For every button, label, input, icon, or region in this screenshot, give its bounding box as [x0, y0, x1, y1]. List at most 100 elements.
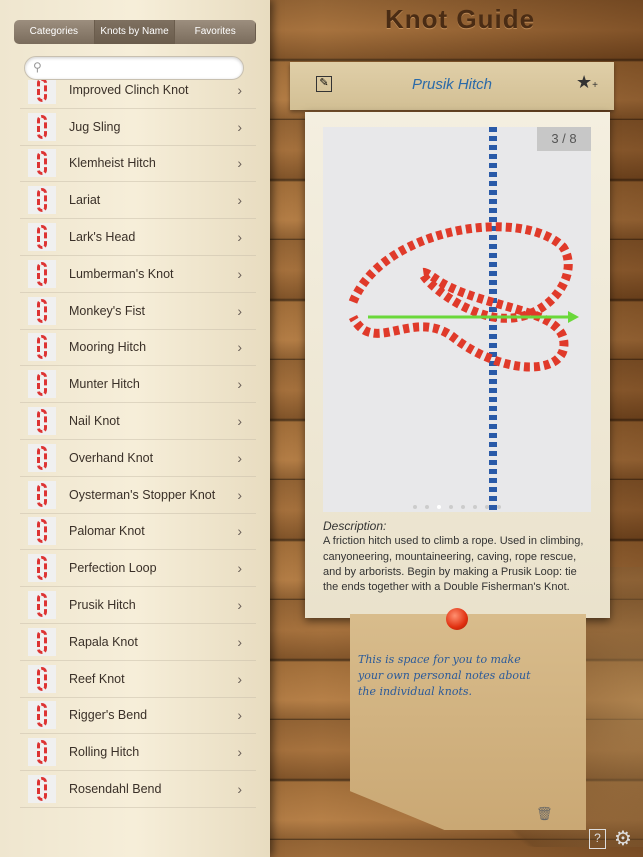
chevron-right-icon: ›: [237, 229, 242, 246]
knot-name: Rolling Hitch: [69, 745, 140, 760]
knot-thumbnail: [28, 407, 56, 436]
chevron-right-icon: ›: [237, 265, 242, 282]
search-icon: ⚲: [33, 60, 42, 74]
knot-name: Improved Clinch Knot: [69, 82, 189, 97]
description-text: A friction hitch used to climb a rope. U…: [323, 535, 584, 594]
notes-paper[interactable]: This is space for you to make your own p…: [350, 614, 586, 830]
list-item[interactable]: Prusik Hitch ›: [20, 587, 256, 624]
list-item[interactable]: Monkey's Fist ›: [20, 293, 256, 330]
knot-thumbnail: [28, 223, 56, 252]
page-dot[interactable]: [437, 505, 441, 509]
knot-thumbnail: [28, 333, 56, 362]
knot-thumbnail: [28, 149, 56, 178]
knot-name: Lark's Head: [69, 230, 136, 245]
knot-name: Mooring Hitch: [69, 340, 147, 355]
list-item[interactable]: Lumberman's Knot ›: [20, 256, 256, 293]
add-favorite-icon[interactable]: ★+: [576, 72, 598, 93]
knot-thumbnail: [28, 664, 56, 693]
list-item[interactable]: Overhand Knot ›: [20, 440, 256, 477]
knot-thumbnail: [28, 701, 56, 730]
page-dot[interactable]: [473, 505, 477, 509]
knot-name: Rapala Knot: [69, 634, 138, 649]
chevron-right-icon: ›: [237, 118, 242, 135]
pushpin-icon: [446, 608, 468, 630]
knot-name: Prusik Hitch: [69, 598, 136, 613]
chevron-right-icon: ›: [237, 633, 242, 650]
knot-list[interactable]: Improved Clinch Knot › Jug Sling › Klemheist…: [20, 80, 256, 857]
knot-thumbnail: [28, 370, 56, 399]
list-item[interactable]: Rosendahl Bend ›: [20, 771, 256, 808]
help-button[interactable]: ?: [589, 829, 606, 849]
chevron-right-icon: ›: [237, 486, 242, 503]
detail-header: ✎ Prusik Hitch ★+: [290, 62, 614, 110]
list-item[interactable]: Lark's Head ›: [20, 219, 256, 256]
list-item[interactable]: Jug Sling ›: [20, 109, 256, 146]
chevron-right-icon: ›: [237, 192, 242, 209]
knot-list-panel: Categories Knots by Name Favorites ⚲ Imp…: [0, 0, 270, 857]
app-title: Knot Guide: [385, 4, 536, 34]
chevron-right-icon: ›: [237, 302, 242, 319]
list-item[interactable]: Palomar Knot ›: [20, 514, 256, 551]
page-dot[interactable]: [425, 505, 429, 509]
knot-thumbnail: [28, 554, 56, 583]
chevron-right-icon: ›: [237, 155, 242, 172]
segmented-control: Categories Knots by Name Favorites: [14, 20, 256, 44]
chevron-right-icon: ›: [237, 597, 242, 614]
knot-detail-card: 3 / 8 Description: A friction hitch used…: [305, 112, 610, 618]
list-item[interactable]: Klemheist Hitch ›: [20, 146, 256, 183]
list-item[interactable]: Perfection Loop ›: [20, 550, 256, 588]
knot-name: Monkey's Fist: [69, 303, 146, 318]
chevron-right-icon: ›: [237, 376, 242, 393]
knot-name: Lariat: [69, 193, 101, 208]
knot-thumbnail: [28, 480, 56, 509]
notes-text[interactable]: This is space for you to make your own p…: [358, 652, 538, 700]
knot-thumbnail: [28, 517, 56, 546]
knot-thumbnail: [28, 80, 56, 104]
knot-thumbnail: [28, 259, 56, 288]
photo-counter: 3 / 8: [537, 127, 591, 151]
tab-knots-by-name[interactable]: Knots by Name: [94, 20, 176, 44]
list-item[interactable]: Munter Hitch ›: [20, 366, 256, 404]
knot-thumbnail: [28, 627, 56, 656]
tab-categories[interactable]: Categories: [14, 20, 95, 44]
knot-thumbnail: [28, 738, 56, 767]
list-item[interactable]: Mooring Hitch ›: [20, 330, 256, 367]
knot-photo[interactable]: 3 / 8: [323, 127, 591, 512]
list-item[interactable]: Rapala Knot ›: [20, 624, 256, 661]
knot-name: Reef Knot: [69, 671, 125, 686]
knot-name: Jug Sling: [69, 119, 121, 134]
list-item[interactable]: Reef Knot ›: [20, 661, 256, 698]
knot-thumbnail: [28, 591, 56, 620]
list-item[interactable]: Lariat ›: [20, 182, 256, 220]
trash-icon[interactable]: 🗑: [536, 806, 553, 822]
chevron-right-icon: ›: [237, 707, 242, 724]
page-indicator[interactable]: [323, 505, 591, 509]
knot-title: Prusik Hitch: [411, 76, 493, 93]
knot-name: Oysterman's Stopper Knot: [69, 487, 216, 502]
chevron-right-icon: ›: [237, 449, 242, 466]
list-item[interactable]: Oysterman's Stopper Knot ›: [20, 477, 256, 514]
chevron-right-icon: ›: [237, 339, 242, 356]
settings-gear-icon[interactable]: ⚙: [614, 826, 638, 851]
tab-favorites[interactable]: Favorites: [175, 20, 256, 44]
page-dot[interactable]: [449, 505, 453, 509]
knot-name: Palomar Knot: [69, 524, 145, 539]
knot-name: Rigger's Bend: [69, 708, 148, 723]
page-dot[interactable]: [413, 505, 417, 509]
knot-name: Klemheist Hitch: [69, 156, 156, 171]
knot-name: Lumberman's Knot: [69, 266, 174, 281]
knot-thumbnail: [28, 296, 56, 325]
search-input[interactable]: ⚲: [24, 56, 244, 80]
list-item[interactable]: Rigger's Bend ›: [20, 698, 256, 735]
page-dot[interactable]: [497, 505, 501, 509]
list-item[interactable]: Improved Clinch Knot ›: [20, 80, 256, 109]
page-dot[interactable]: [485, 505, 489, 509]
page-dot[interactable]: [461, 505, 465, 509]
list-item[interactable]: Nail Knot ›: [20, 403, 256, 440]
chevron-right-icon: ›: [237, 523, 242, 540]
chevron-right-icon: ›: [237, 744, 242, 761]
list-item[interactable]: Rolling Hitch ›: [20, 734, 256, 772]
chevron-right-icon: ›: [237, 560, 242, 577]
description-label: Description:: [323, 519, 387, 533]
chevron-right-icon: ›: [237, 670, 242, 687]
